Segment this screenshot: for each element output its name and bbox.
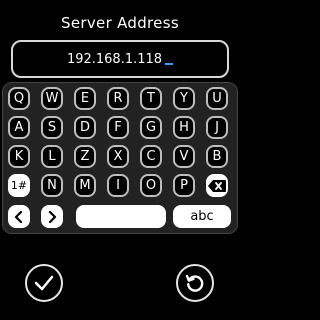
backspace-button[interactable]	[206, 174, 228, 197]
space-bar[interactable]	[76, 205, 166, 228]
key-r[interactable]: R	[107, 87, 129, 110]
reset-icon	[185, 274, 204, 292]
on-screen-keyboard: Q W E R T Y U A S D F G H J K L Z X C V …	[2, 82, 238, 234]
key-d[interactable]: D	[74, 116, 96, 139]
key-f[interactable]: F	[107, 116, 129, 139]
key-k[interactable]: K	[8, 145, 30, 168]
server-address-value: 192.168.1.118	[66, 51, 163, 67]
chevron-left-icon	[14, 210, 23, 223]
key-p[interactable]: P	[173, 174, 195, 197]
text-cursor	[165, 63, 174, 65]
key-a[interactable]: A	[8, 116, 30, 139]
key-l[interactable]: L	[41, 145, 63, 168]
confirm-button[interactable]	[25, 264, 63, 302]
cursor-right-button[interactable]	[41, 205, 63, 228]
abc-toggle-button[interactable]: abc	[173, 205, 231, 228]
key-i[interactable]: I	[107, 174, 129, 197]
key-symbols-toggle[interactable]: 1#	[8, 174, 30, 197]
key-w[interactable]: W	[41, 87, 63, 110]
key-y[interactable]: Y	[173, 87, 195, 110]
backspace-icon	[208, 179, 226, 192]
key-c[interactable]: C	[140, 145, 162, 168]
key-e[interactable]: E	[74, 87, 96, 110]
key-v[interactable]: V	[173, 145, 195, 168]
key-x[interactable]: X	[107, 145, 129, 168]
key-h[interactable]: H	[173, 116, 195, 139]
chevron-right-icon	[48, 210, 57, 223]
server-address-field[interactable]: 192.168.1.118	[11, 40, 229, 78]
key-m[interactable]: M	[74, 174, 96, 197]
key-n[interactable]: N	[41, 174, 63, 197]
page-title: Server Address	[61, 14, 179, 32]
key-z[interactable]: Z	[74, 145, 96, 168]
cursor-left-button[interactable]	[8, 205, 30, 228]
key-u[interactable]: U	[206, 87, 228, 110]
key-j[interactable]: J	[206, 116, 228, 139]
key-o[interactable]: O	[140, 174, 162, 197]
key-s[interactable]: S	[41, 116, 63, 139]
check-icon	[34, 275, 54, 291]
key-t[interactable]: T	[140, 87, 162, 110]
reset-button[interactable]	[176, 264, 214, 302]
key-g[interactable]: G	[140, 116, 162, 139]
key-b[interactable]: B	[206, 145, 228, 168]
key-q[interactable]: Q	[8, 87, 30, 110]
